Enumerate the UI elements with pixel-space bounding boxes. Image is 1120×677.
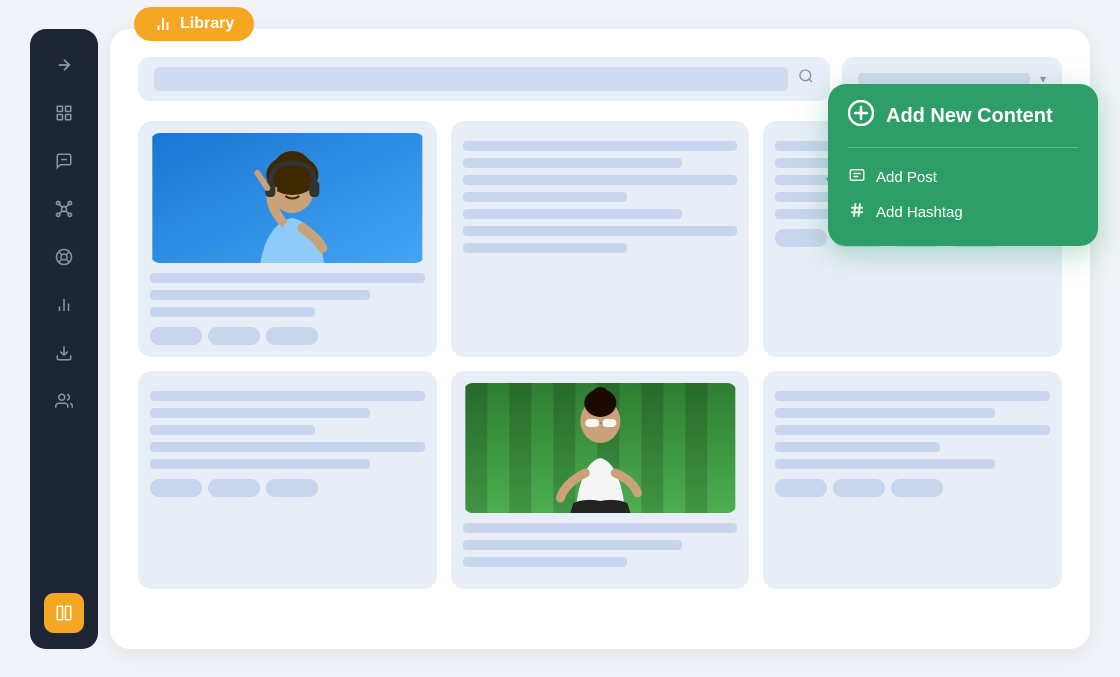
card-line — [775, 408, 995, 418]
navigation-icon[interactable] — [44, 45, 84, 85]
card-line — [463, 158, 683, 168]
library-tab-label: Library — [180, 15, 234, 33]
card-lines-1 — [150, 273, 425, 317]
card-tag[interactable] — [208, 327, 260, 345]
card-line — [150, 391, 425, 401]
card-lines-5 — [463, 523, 738, 567]
team-icon[interactable] — [44, 381, 84, 421]
card-line — [463, 557, 628, 567]
add-post-label: Add Post — [876, 169, 937, 186]
network-icon[interactable] — [44, 189, 84, 229]
content-card-6[interactable] — [763, 371, 1062, 589]
card-tag[interactable] — [775, 479, 827, 497]
card-image-green — [463, 383, 738, 513]
add-hashtag-label: Add Hashtag — [876, 204, 963, 221]
add-content-icon — [848, 100, 874, 133]
card-tag[interactable] — [775, 229, 827, 247]
card-line — [150, 408, 370, 418]
card-line — [463, 192, 628, 202]
card-line — [463, 209, 683, 219]
add-content-popup: Add New Content Add Post — [828, 84, 1098, 246]
card-line — [463, 141, 738, 151]
library-active-icon[interactable] — [44, 593, 84, 633]
add-post-icon — [848, 166, 866, 189]
card-line — [463, 540, 683, 550]
card-line — [463, 226, 738, 236]
dashboard-icon[interactable] — [44, 93, 84, 133]
card-tags-1 — [150, 327, 425, 345]
card-line — [775, 442, 940, 452]
sidebar — [30, 29, 98, 649]
card-tag[interactable] — [150, 479, 202, 497]
search-input-placeholder — [154, 67, 788, 91]
card-tags-6 — [775, 479, 1050, 497]
card-tags-4 — [150, 479, 425, 497]
card-tag[interactable] — [833, 479, 885, 497]
download-icon[interactable] — [44, 333, 84, 373]
main-content: Library ▾ — [110, 29, 1090, 649]
add-hashtag-icon — [848, 201, 866, 224]
popup-title: Add New Content — [848, 100, 1078, 133]
card-image-blue — [150, 133, 425, 263]
card-line — [463, 175, 738, 185]
card-lines-4 — [150, 391, 425, 469]
card-tag[interactable] — [150, 327, 202, 345]
card-tag[interactable] — [266, 479, 318, 497]
card-line — [150, 290, 370, 300]
search-icon — [798, 68, 814, 89]
card-line — [150, 459, 370, 469]
card-lines-2 — [463, 141, 738, 253]
card-line — [150, 425, 315, 435]
card-line — [775, 425, 1050, 435]
card-line — [463, 243, 628, 253]
card-line — [775, 459, 995, 469]
card-line — [150, 307, 315, 317]
card-line — [150, 442, 425, 452]
content-card-4[interactable] — [138, 371, 437, 589]
card-tag[interactable] — [891, 479, 943, 497]
card-line — [150, 273, 425, 283]
add-post-item[interactable]: Add Post — [848, 160, 1078, 195]
card-tag[interactable] — [208, 479, 260, 497]
content-card-5[interactable] — [451, 371, 750, 589]
popup-title-text: Add New Content — [886, 105, 1053, 128]
card-tag[interactable] — [266, 327, 318, 345]
card-line — [775, 391, 1050, 401]
add-hashtag-item[interactable]: Add Hashtag — [848, 195, 1078, 230]
content-card-1[interactable] — [138, 121, 437, 357]
content-card-2[interactable] — [451, 121, 750, 357]
messages-icon[interactable] — [44, 141, 84, 181]
card-line — [463, 523, 738, 533]
library-tab[interactable]: Library — [134, 7, 254, 41]
popup-divider — [848, 147, 1078, 148]
support-icon[interactable] — [44, 237, 84, 277]
popup-box: Add New Content Add Post — [828, 84, 1098, 246]
card-lines-6 — [775, 391, 1050, 469]
search-bar[interactable] — [138, 57, 830, 101]
analytics-icon[interactable] — [44, 285, 84, 325]
